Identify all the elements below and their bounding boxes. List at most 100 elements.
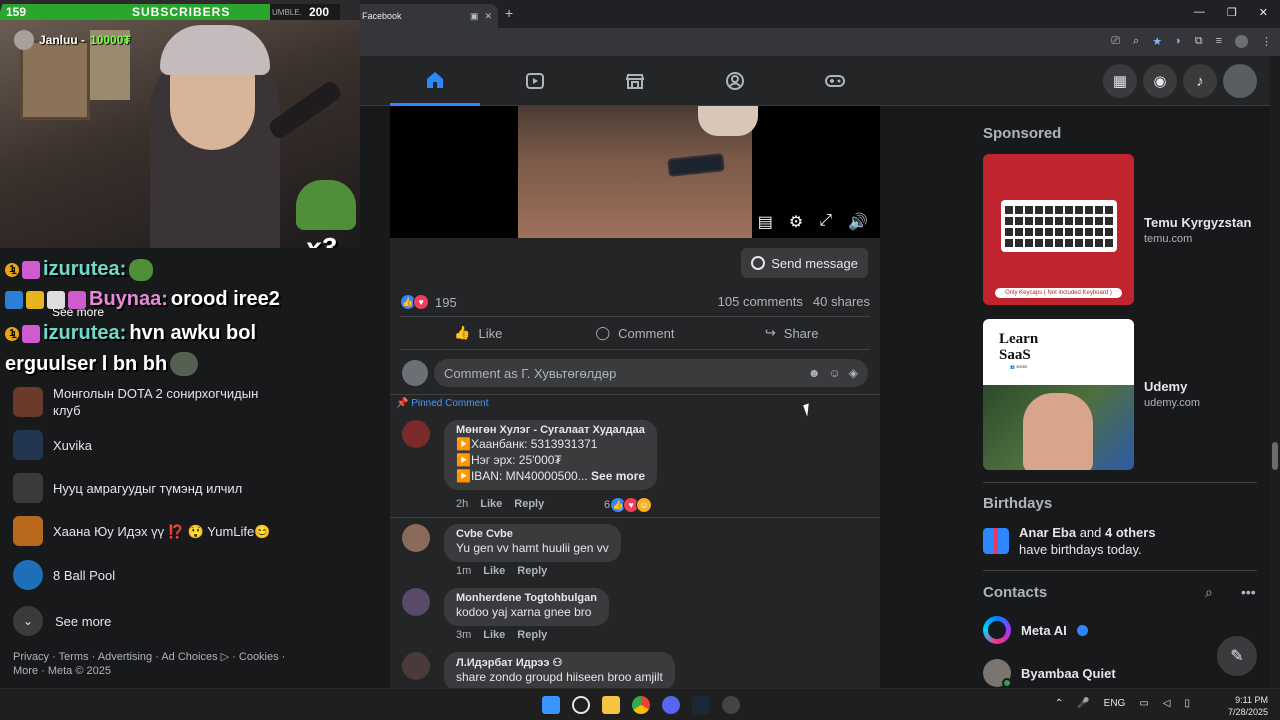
battery-icon[interactable]: ▯ [1184, 698, 1190, 709]
keyboard-row [1005, 217, 1113, 225]
bookmark-star-icon[interactable]: ★ [1152, 35, 1162, 48]
comment-meta: 3m Like Reply [456, 629, 547, 641]
clapper-icon[interactable]: ▤ [758, 212, 773, 232]
nav-gaming[interactable] [790, 56, 880, 106]
comment-author[interactable]: Cvbe Cvbe [456, 528, 609, 540]
comment-author[interactable]: Monherdene Togtohbulgan [456, 592, 597, 604]
volume-icon[interactable]: 🔊 [848, 212, 868, 232]
close-window-button[interactable]: ✕ [1259, 6, 1268, 19]
media-control-icon[interactable]: ≡ [1216, 35, 1222, 48]
settings-gear-icon[interactable]: ⚙ [789, 212, 803, 232]
comment-reply-link[interactable]: Reply [517, 565, 547, 577]
tab-facebook[interactable]: f Facebook ▣ ✕ [340, 4, 498, 28]
send-message-button[interactable]: Send message [741, 248, 868, 278]
reaction-summary[interactable]: 👍 ♥ 195 [400, 294, 457, 310]
commenter-avatar[interactable] [402, 588, 430, 616]
comment-reactions[interactable]: 6 👍 ♥ ☺ [604, 497, 653, 513]
windows-start-icon[interactable] [542, 696, 560, 714]
taskbar-clock[interactable]: 9:11 PM 7/28/2025 [1228, 694, 1268, 718]
divider [983, 482, 1257, 483]
language-indicator[interactable]: ENG [1104, 698, 1126, 709]
nav-home[interactable] [390, 56, 480, 106]
new-tab-button[interactable]: + [505, 5, 513, 21]
tray-expand-icon[interactable]: ⌃ [1055, 698, 1063, 709]
comment-author[interactable]: Мөнгөн Хулэг - Сугалаат Худалдаа [456, 424, 645, 436]
comment-time[interactable]: 1m [456, 565, 471, 577]
comment-like-link[interactable]: Like [483, 565, 505, 577]
contacts-search-icon[interactable]: ⌕ [1205, 584, 1213, 601]
sticker-icon[interactable]: ◈ [849, 366, 858, 380]
contact-meta-ai[interactable]: Meta AI [983, 616, 1088, 644]
gift-badge-icon [68, 290, 86, 309]
extension-icon[interactable]: ◗ [1175, 35, 1182, 48]
sidebar-item-8-ball-pool[interactable]: 8 Ball Pool [13, 560, 273, 590]
comment-reply-link[interactable]: Reply [517, 629, 547, 641]
commenter-avatar[interactable] [402, 524, 430, 552]
sidebar-item-secret-lovers[interactable]: Нууц амрагуудыг түмэнд илчил [13, 473, 273, 503]
browser-menu-icon[interactable]: ⋮ [1261, 35, 1272, 48]
like-button[interactable]: 👍 Like [400, 317, 557, 349]
share-button[interactable]: ↪ Share [713, 317, 870, 349]
new-message-button[interactable]: ✎ [1217, 636, 1257, 676]
sidebar-item-xuvika[interactable]: Xuvika [13, 430, 273, 460]
obs-icon[interactable] [722, 696, 740, 714]
comment-reply-link[interactable]: Reply [514, 498, 544, 510]
microphone-icon[interactable]: 🎤 [1077, 698, 1089, 709]
messenger-icon [751, 256, 766, 270]
extensions-puzzle-icon[interactable]: ⧉ [1195, 35, 1203, 48]
account-avatar[interactable] [1223, 64, 1257, 98]
see-more-button[interactable]: ⌄ See more [13, 606, 111, 636]
fullscreen-icon[interactable]: ⤢ [819, 212, 832, 232]
sidebar-item-dota-club[interactable]: Монголын DOTA 2 сонирхогчидын клуб [13, 385, 273, 419]
search-icon[interactable] [572, 696, 590, 714]
commenter-avatar[interactable] [402, 420, 430, 448]
post-video[interactable]: ▤ ⚙ ⤢ 🔊 [390, 106, 880, 238]
share-count[interactable]: 40 shares [813, 294, 870, 309]
comment-author[interactable]: Л.Идэрбат Идрээ ⚇ [456, 656, 663, 669]
maximize-button[interactable]: ❐ [1227, 6, 1237, 19]
comment-see-more[interactable]: See more [591, 469, 645, 483]
tab-media-icon[interactable]: ▣ [470, 11, 479, 22]
discord-icon[interactable] [662, 696, 680, 714]
frog-emote-icon [296, 180, 356, 230]
minimize-button[interactable]: — [1194, 6, 1205, 19]
comment-like-link[interactable]: Like [480, 498, 502, 510]
comment-button[interactable]: ◯ Comment [557, 317, 714, 349]
network-icon[interactable]: ▭ [1139, 698, 1148, 709]
comment-like-link[interactable]: Like [483, 629, 505, 641]
notifications-bell-icon[interactable]: ♪ [1183, 64, 1217, 98]
file-explorer-icon[interactable] [602, 696, 620, 714]
comment-time[interactable]: 2h [456, 498, 468, 510]
nav-marketplace[interactable] [590, 56, 680, 106]
emoji-icon[interactable]: ☺ [829, 366, 841, 380]
cast-icon[interactable]: ⎚ [1111, 35, 1120, 48]
zoom-icon[interactable]: ⌕ [1133, 35, 1139, 48]
contact-byambaa[interactable]: Byambaa Quiet [983, 659, 1116, 688]
page-scrollbar[interactable] [1270, 56, 1280, 688]
avatar-sticker-icon[interactable]: ☻ [808, 366, 821, 380]
sponsored-ad-temu[interactable]: Only Keycaps ( Not included Keyboard ) T… [983, 154, 1273, 305]
sponsored-ad-udemy[interactable]: Learn SaaS 👥 35950 Udemy udemy.com [983, 319, 1273, 470]
sidebar-item-yumlife[interactable]: Хаана Юу Идэх үү ⁉️ 😲 YumLife😊 [13, 516, 273, 546]
comment-bubble: Мөнгөн Хулэг - Сугалаат Худалдаа ▶️Хаанб… [444, 420, 658, 490]
scrollbar-thumb[interactable] [1272, 442, 1278, 470]
commenter-avatar[interactable] [402, 652, 430, 680]
system-tray: ⌃ 🎤 ENG ▭ ◁ ▯ [1055, 698, 1190, 709]
contacts-more-icon[interactable]: ••• [1241, 584, 1256, 600]
profile-icon[interactable] [1235, 35, 1248, 48]
tab-close-icon[interactable]: ✕ [484, 11, 492, 22]
nav-groups[interactable] [690, 56, 780, 106]
birthday-notice[interactable]: Anar Eba and 4 others have birthdays tod… [983, 524, 1156, 558]
comment-input[interactable]: Comment as Г. Хувьтөгөлдөр ☻ ☺ ◈ [434, 359, 868, 387]
chrome-icon[interactable] [632, 696, 650, 714]
steam-icon[interactable] [692, 696, 710, 714]
comment-time[interactable]: 3m [456, 629, 471, 641]
nav-video[interactable] [490, 56, 580, 106]
menu-grid-icon[interactable]: ▦ [1103, 64, 1137, 98]
comment-count[interactable]: 105 comments [718, 294, 803, 309]
volume-icon[interactable]: ◁ [1163, 698, 1171, 709]
messenger-icon[interactable]: ◉ [1143, 64, 1177, 98]
user-avatar[interactable] [402, 360, 428, 386]
contacts-header: Contacts ⌕ ••• [983, 584, 1257, 602]
footer-links[interactable]: Privacy · Terms · Advertising · Ad Choic… [13, 650, 313, 678]
